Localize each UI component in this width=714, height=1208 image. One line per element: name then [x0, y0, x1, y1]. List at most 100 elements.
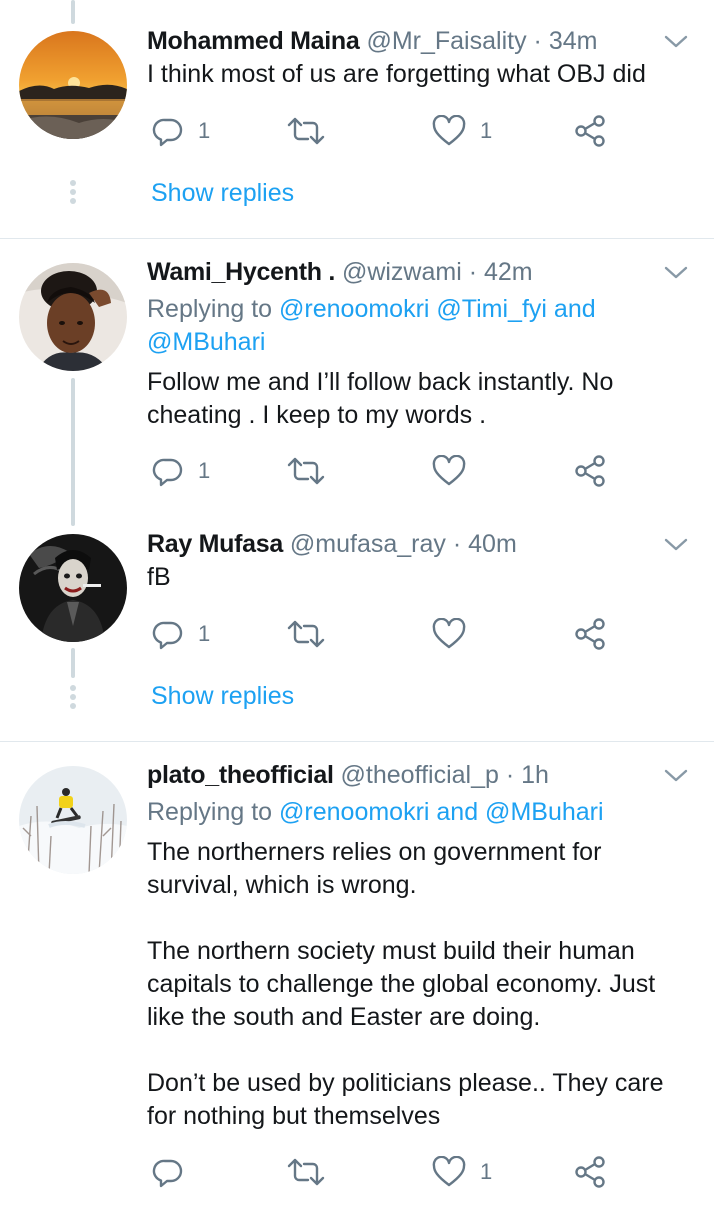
author-name[interactable]: Mohammed Maina: [147, 27, 360, 55]
reply-count: 1: [198, 621, 211, 646]
divider: [0, 238, 714, 239]
timestamp[interactable]: 1h: [521, 761, 549, 789]
tweet-header: Mohammed Maina @Mr_Faisality · 34m: [147, 26, 597, 56]
chevron-down-icon[interactable]: [662, 535, 690, 555]
tweet-text: The northerners relies on government for…: [147, 836, 687, 1133]
text-line: The northern society must build their hu…: [147, 937, 635, 965]
show-replies-link[interactable]: Show replies: [151, 178, 294, 208]
replying-to-link[interactable]: @MBuhari: [147, 328, 265, 356]
replying-prefix: Replying to: [147, 295, 280, 323]
author-name[interactable]: Ray Mufasa: [147, 530, 283, 558]
thread-line: [71, 0, 75, 24]
replying-to: Replying to @renoomokri and @MBuhari: [147, 796, 667, 829]
separator: ·: [452, 530, 462, 558]
thread-dot: [70, 694, 76, 700]
sunset-avatar[interactable]: [19, 31, 127, 139]
text-line: [147, 1034, 687, 1067]
divider: [0, 741, 714, 742]
share-icon: [575, 1156, 605, 1188]
thread-dot: [70, 189, 76, 195]
reply-button[interactable]: 1: [152, 617, 210, 651]
snowboarder-avatar[interactable]: [19, 766, 127, 874]
share-icon: [575, 115, 605, 147]
like-button[interactable]: 1: [432, 114, 492, 148]
heart-icon: [432, 618, 466, 649]
tweet-text: Follow me and I’ll follow back instantly…: [147, 366, 687, 432]
retweet-button[interactable]: [286, 114, 326, 148]
reply-icon: [152, 458, 183, 487]
share-button[interactable]: [574, 114, 608, 148]
heart-icon: [432, 115, 466, 146]
tweet-header: plato_theofficial @theofficial_p · 1h: [147, 760, 549, 790]
retweet-icon: [287, 620, 325, 648]
author-handle[interactable]: @mufasa_ray: [290, 530, 446, 558]
text-line: I think most of us are forgetting what O…: [147, 60, 646, 88]
thread-dot: [70, 198, 76, 204]
separator: ·: [533, 27, 542, 55]
like-button[interactable]: [432, 454, 466, 488]
text-line: Don’t be used by politicians please.. Th…: [147, 1069, 664, 1097]
text-line: capitals to challenge the global economy…: [147, 970, 656, 998]
chevron-down-icon[interactable]: [662, 766, 690, 786]
thread-dot: [70, 180, 76, 186]
share-icon: [575, 455, 605, 487]
share-button[interactable]: [574, 1155, 608, 1189]
thread-dot: [70, 703, 76, 709]
tweet-text: I think most of us are forgetting what O…: [147, 58, 687, 91]
reply-icon: [152, 1159, 183, 1188]
heart-icon: [432, 1156, 466, 1187]
reply-count: 1: [198, 458, 211, 483]
like-button[interactable]: [432, 617, 466, 651]
thread-line: [71, 648, 75, 678]
text-line: survival, which is wrong.: [147, 871, 417, 899]
text-line: like the south and Easter are doing.: [147, 1003, 541, 1031]
text-line: The northerners relies on government for: [147, 838, 602, 866]
joker-avatar[interactable]: [19, 534, 127, 642]
reply-button[interactable]: 1: [152, 114, 210, 148]
text-line: cheating . I keep to my words .: [147, 401, 487, 429]
retweet-icon: [287, 1158, 325, 1186]
reply-icon: [152, 118, 183, 147]
text-line: fB: [147, 563, 171, 591]
replying-to: Replying to @renoomokri @Timi_fyi and @M…: [147, 293, 667, 359]
retweet-button[interactable]: [286, 617, 326, 651]
tweet-text: fB: [147, 561, 687, 594]
show-replies-link[interactable]: Show replies: [151, 681, 294, 711]
retweet-button[interactable]: [286, 1155, 326, 1189]
reply-button[interactable]: [152, 1155, 184, 1189]
share-icon: [575, 618, 605, 650]
share-button[interactable]: [574, 617, 608, 651]
retweet-icon: [287, 117, 325, 145]
like-count: 1: [480, 1159, 493, 1184]
chevron-down-icon[interactable]: [662, 32, 690, 52]
chevron-down-icon[interactable]: [662, 263, 690, 283]
author-handle[interactable]: @theofficial_p: [341, 761, 499, 789]
tweet-header: Wami_Hycenth . @wizwami · 42m: [147, 257, 533, 287]
author-handle[interactable]: @wizwami: [342, 258, 462, 286]
text-line: Follow me and I’ll follow back instantly…: [147, 368, 614, 396]
reply-count: 1: [198, 118, 211, 143]
like-button[interactable]: 1: [432, 1155, 492, 1189]
separator: ·: [468, 258, 478, 286]
author-name[interactable]: Wami_Hycenth .: [147, 258, 335, 286]
reply-icon: [152, 621, 183, 650]
person-avatar[interactable]: [19, 263, 127, 371]
tweet-header: Ray Mufasa @mufasa_ray · 40m: [147, 529, 517, 559]
replying-to-link[interactable]: @renoomokri @Timi_fyi and: [279, 295, 596, 323]
heart-icon: [432, 455, 466, 486]
author-name[interactable]: plato_theofficial: [147, 761, 334, 789]
like-count: 1: [480, 118, 493, 143]
retweet-icon: [287, 457, 325, 485]
timestamp[interactable]: 40m: [468, 530, 517, 558]
replying-prefix: Replying to: [147, 798, 280, 826]
replying-to-link[interactable]: @renoomokri and @MBuhari: [279, 798, 604, 826]
retweet-button[interactable]: [286, 454, 326, 488]
timestamp[interactable]: 34m: [549, 27, 598, 55]
separator: ·: [505, 761, 515, 789]
reply-button[interactable]: 1: [152, 454, 210, 488]
thread-line: [71, 378, 75, 526]
text-line: for nothing but themselves: [147, 1102, 441, 1130]
share-button[interactable]: [574, 454, 608, 488]
timestamp[interactable]: 42m: [484, 258, 533, 286]
author-handle[interactable]: @Mr_Faisality: [366, 27, 526, 55]
